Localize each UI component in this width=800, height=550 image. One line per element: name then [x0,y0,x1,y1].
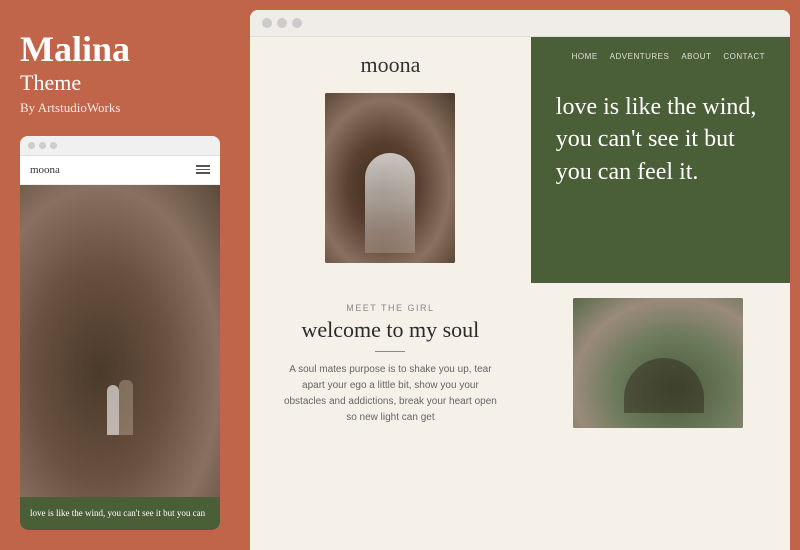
nav-adventures[interactable]: ADVENTURES [610,52,670,61]
welcome-heading: welcome to my soul [280,317,501,343]
main-browser-window: moona HOME ADVENTURES ABOUT CONTACT love… [250,10,790,550]
hero-quote-text: love is like the wind, you can't see it … [556,91,765,188]
mini-preview-card: moona love is like the wind, you can't s… [20,136,220,530]
second-photo-block [531,283,790,550]
mini-header: moona [20,156,220,185]
theme-title-block: Malina Theme By ArtstudioWorks [20,30,220,136]
site-logo: moona [270,52,511,78]
mini-quote-block: love is like the wind, you can't see it … [20,497,220,530]
hero-wedding-photo [325,93,455,263]
mini-dot-1 [28,142,35,149]
theme-author: By ArtstudioWorks [20,100,220,116]
left-panel: Malina Theme By ArtstudioWorks moona lov… [0,0,240,550]
mini-dot-2 [39,142,46,149]
welcome-body-text: A soul mates purpose is to shake you up,… [280,362,501,426]
theme-label: Theme [20,70,220,96]
browser-dot-3 [292,18,302,28]
browser-content: moona HOME ADVENTURES ABOUT CONTACT love… [250,37,790,550]
browser-dot-2 [277,18,287,28]
meet-label: MEET THE GIRL [280,303,501,313]
mini-dot-3 [50,142,57,149]
nav-contact[interactable]: CONTACT [723,52,765,61]
below-hero-section: MEET THE GIRL welcome to my soul A soul … [250,283,790,550]
hero-right-panel: HOME ADVENTURES ABOUT CONTACT love is li… [531,37,790,283]
browser-dot-1 [262,18,272,28]
divider-line [375,351,405,352]
browser-toolbar [250,10,790,37]
hero-section: moona HOME ADVENTURES ABOUT CONTACT love… [250,37,790,283]
mini-photo-area [20,185,220,498]
theme-name: Malina [20,30,220,70]
site-navigation: HOME ADVENTURES ABOUT CONTACT [556,52,765,61]
mini-hamburger-icon [196,165,210,174]
mini-couple-silhouette [105,375,135,435]
second-photo [573,298,743,428]
nav-about[interactable]: ABOUT [681,52,711,61]
mini-site-logo: moona [30,164,60,176]
nav-home[interactable]: HOME [572,52,598,61]
hero-left-panel: moona [250,37,531,283]
welcome-block: MEET THE GIRL welcome to my soul A soul … [250,283,531,550]
mini-wedding-photo [20,185,220,498]
mini-browser-bar [20,136,220,156]
